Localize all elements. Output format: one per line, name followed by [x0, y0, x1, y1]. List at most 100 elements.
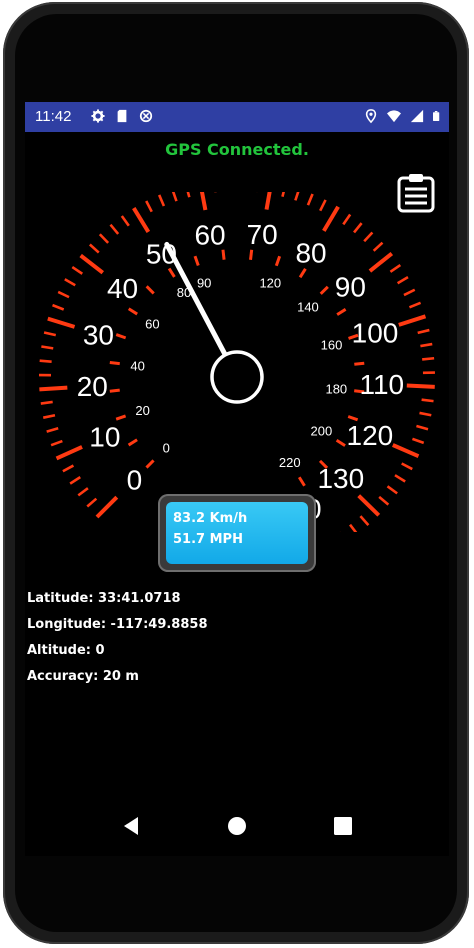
gauge-tick	[95, 495, 119, 519]
needle-hub	[210, 350, 264, 404]
kmh-label: 0	[163, 441, 170, 456]
gauge-tick	[69, 476, 81, 485]
gauge-tick	[306, 193, 314, 206]
kmh-tick	[297, 476, 306, 487]
gauge-tick	[368, 251, 394, 273]
gauge-tick	[363, 231, 374, 243]
kmh-label: 140	[297, 300, 319, 315]
gauge-tick	[47, 316, 76, 329]
gauge-tick	[378, 495, 390, 506]
gauge-tick	[79, 253, 105, 275]
kmh-tick	[249, 249, 254, 260]
app-screen: 11:42 GPS Connected. 0 10 20 30 40 50 60…	[25, 102, 449, 856]
gauge-tick	[86, 497, 98, 508]
kmh-label: 200	[311, 424, 333, 439]
gauge-tick	[171, 192, 178, 202]
kmh-tick	[127, 438, 138, 447]
recents-icon[interactable]	[331, 814, 355, 838]
gauge-tick	[349, 523, 358, 532]
kmh-tick	[145, 285, 155, 295]
gps-status-text: GPS Connected.	[165, 140, 309, 159]
kmh-label: 90	[197, 276, 211, 291]
gauge-tick	[98, 233, 110, 244]
longitude-text: Longitude: -117:49.8858	[27, 617, 208, 632]
gauge-tick	[419, 411, 432, 417]
gauge-tick	[39, 385, 68, 392]
location-icon	[365, 109, 377, 124]
kmh-label: 220	[279, 455, 301, 470]
gauge-tick	[145, 200, 153, 213]
mph-label: 30	[83, 319, 114, 350]
gauge-tick	[389, 263, 402, 273]
gauge-tick	[420, 342, 433, 348]
gauge-tick	[71, 266, 84, 275]
gauge-tick	[416, 424, 429, 431]
kmh-label: 180	[325, 382, 347, 397]
mph-label: 100	[352, 318, 399, 349]
gauge-tick	[322, 205, 340, 232]
gauge-tick	[132, 207, 151, 233]
kmh-label: 160	[321, 337, 343, 352]
mph-label: 120	[347, 420, 394, 451]
speed-readout-display: 83.2 Km/h 51.7 MPH	[166, 502, 308, 564]
back-icon[interactable]	[119, 814, 143, 838]
home-icon[interactable]	[225, 814, 249, 838]
navigation-bar	[25, 802, 449, 850]
no-signal-circle-icon	[139, 109, 153, 123]
accuracy-text: Accuracy: 20 m	[27, 669, 139, 684]
speed-readout-box: 83.2 Km/h 51.7 MPH	[158, 494, 316, 572]
kmh-label: 60	[145, 317, 159, 332]
gauge-tick	[401, 462, 413, 471]
mph-label: 60	[194, 220, 225, 251]
gauge-tick	[359, 515, 370, 526]
gauge-tick	[52, 303, 65, 311]
mph-label: 70	[247, 219, 278, 250]
gauge-tick	[372, 241, 384, 252]
latitude-text: Latitude: 33:41.0718	[27, 591, 181, 606]
gauge-tick	[319, 199, 327, 212]
mph-label: 80	[295, 237, 326, 268]
gauge-tick	[43, 331, 57, 337]
status-time: 11:42	[35, 108, 72, 125]
mph-label: 110	[359, 369, 404, 400]
gauge-tick	[281, 192, 285, 197]
gauge-tick	[109, 223, 120, 235]
gauge-tick	[120, 215, 130, 227]
gauge-tick	[294, 192, 300, 201]
gear-icon	[91, 109, 105, 123]
gauge-tick	[199, 192, 208, 211]
kmh-label: 40	[130, 359, 144, 374]
location-info: Latitude: 33:41.0718 Longitude: -117:49.…	[27, 586, 208, 690]
kmh-tick	[274, 255, 282, 267]
cell-signal-icon	[410, 109, 424, 123]
gauge-tick	[396, 276, 409, 285]
speed-kmh-text: 83.2 Km/h	[173, 511, 248, 526]
kmh-tick	[127, 307, 138, 316]
gauge-tick	[264, 192, 272, 210]
kmh-tick	[319, 285, 329, 295]
gauge-tick	[422, 356, 435, 361]
gauge-tick	[417, 328, 430, 335]
gauge-tick	[77, 487, 89, 497]
kmh-tick	[109, 388, 120, 393]
gauge-tick	[421, 398, 434, 403]
mph-label: 130	[317, 463, 364, 494]
kmh-label: 20	[135, 403, 149, 418]
status-bar: 11:42	[25, 102, 449, 132]
wifi-icon	[387, 110, 401, 123]
mph-label: 0	[127, 465, 143, 496]
altitude-text: Altitude: 0	[27, 643, 105, 658]
kmh-tick	[115, 333, 127, 340]
speedometer-gauge: 0102030405060708090100110120130140 02040…	[38, 192, 435, 532]
gauge-tick	[40, 400, 53, 405]
status-icons-right	[364, 108, 443, 124]
gauge-tick	[62, 464, 75, 473]
gauge-tick	[57, 290, 70, 299]
kmh-tick	[335, 439, 346, 447]
gauge-tick	[394, 474, 406, 483]
gauge-tick	[186, 192, 191, 198]
gauge-tick	[408, 301, 422, 309]
gauge-tick	[357, 494, 381, 517]
gauge-tick	[403, 288, 416, 297]
kmh-tick	[115, 414, 127, 421]
